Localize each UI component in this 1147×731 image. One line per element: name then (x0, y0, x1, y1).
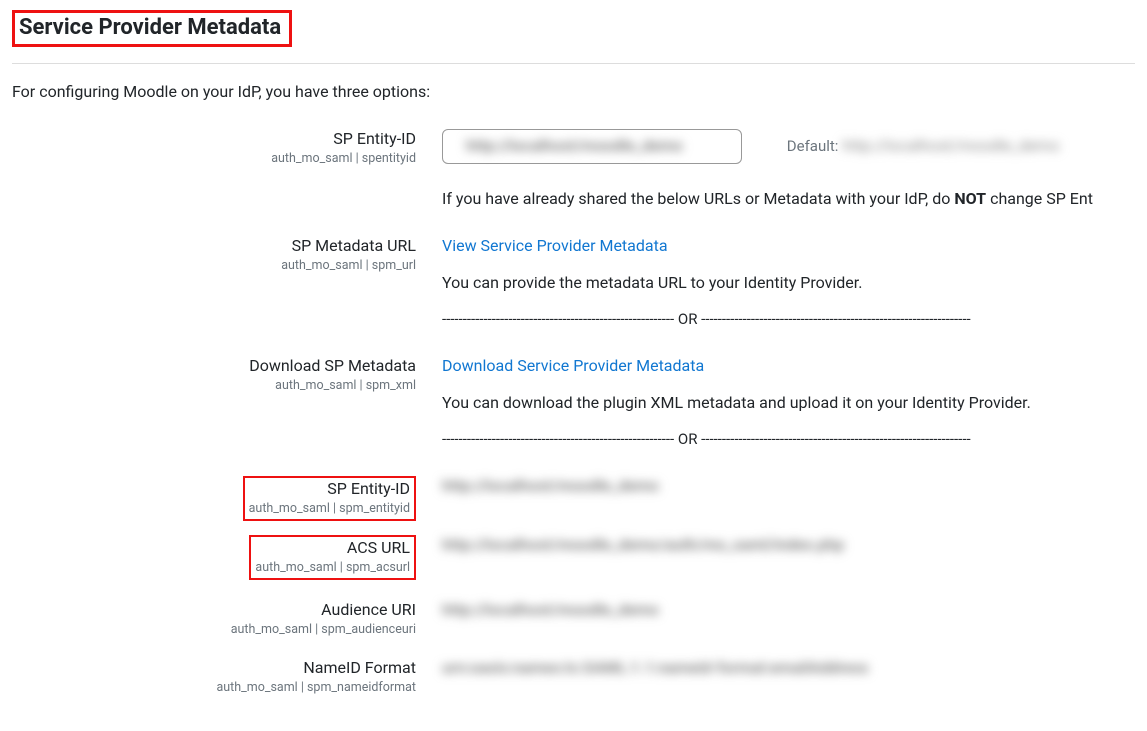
label-download-sp: Download SP Metadata (12, 356, 416, 377)
label-audience-uri: Audience URI (12, 600, 416, 621)
section-title: Service Provider Metadata (12, 10, 292, 47)
row-nameid-format: NameID Format auth_mo_saml | spm_nameidf… (12, 656, 1135, 696)
blurred-audience-uri: http://localhost/moodle_demo (442, 600, 659, 619)
label-nameid-format: NameID Format (12, 658, 416, 679)
label-spm-entity-id: SP Entity-ID (249, 479, 410, 500)
blurred-default-value: http://localhost/moodle_demo (842, 136, 1059, 155)
sub-nameid-format: auth_mo_saml | spm_nameidformat (12, 680, 416, 696)
blurred-spm-entity-id: http://localhost/moodle_demo (442, 476, 659, 495)
row-sp-entity-id: SP Entity-ID auth_mo_saml | spentityid h… (12, 127, 1135, 167)
row-spm-entity-id: SP Entity-ID auth_mo_saml | spm_entityid… (12, 474, 1135, 521)
warning-text: If you have already shared the below URL… (442, 187, 1135, 208)
redbox-spm-entity-id: SP Entity-ID auth_mo_saml | spm_entityid (243, 476, 416, 521)
row-audience-uri: Audience URI auth_mo_saml | spm_audience… (12, 598, 1135, 638)
desc-sp-metadata-url: You can provide the metadata URL to your… (442, 273, 1135, 292)
intro-text: For configuring Moodle on your IdP, you … (12, 82, 1135, 101)
label-sp-metadata-url: SP Metadata URL (12, 236, 416, 257)
row-sp-metadata-url: SP Metadata URL auth_mo_saml | spm_url V… (12, 234, 1135, 348)
view-metadata-link[interactable]: View Service Provider Metadata (442, 236, 668, 255)
label-acs-url: ACS URL (255, 538, 410, 559)
default-label: Default: (787, 137, 839, 155)
sub-sp-entity-id: auth_mo_saml | spentityid (12, 151, 416, 167)
blurred-acs-url: http://localhost/moodle_demo/auth/mo_sam… (442, 535, 844, 554)
desc-download-sp: You can download the plugin XML metadata… (442, 393, 1135, 412)
row-download-sp: Download SP Metadata auth_mo_saml | spm_… (12, 354, 1135, 468)
warn-suffix: change SP Ent (986, 189, 1093, 208)
label-sp-entity-id: SP Entity-ID (12, 129, 416, 150)
blurred-input-value: http://localhost/moodle_demo (466, 136, 683, 155)
divider (12, 63, 1135, 64)
download-metadata-link[interactable]: Download Service Provider Metadata (442, 356, 704, 375)
redbox-acs-url: ACS URL auth_mo_saml | spm_acsurl (249, 535, 416, 580)
blurred-nameid-format: urn:oasis:names:tc:SAML:1.1:nameid-forma… (442, 658, 869, 677)
or-separator-2: ----------------------------------------… (442, 430, 1135, 448)
warn-prefix: If you have already shared the below URL… (442, 189, 954, 208)
row-acs-url: ACS URL auth_mo_saml | spm_acsurl http:/… (12, 533, 1135, 580)
or-separator-1: ----------------------------------------… (442, 310, 1135, 328)
row-warning: If you have already shared the below URL… (12, 187, 1135, 208)
sub-audience-uri: auth_mo_saml | spm_audienceuri (12, 622, 416, 638)
warn-bold: NOT (954, 189, 986, 208)
sub-download-sp: auth_mo_saml | spm_xml (12, 378, 416, 394)
sub-acs-url: auth_mo_saml | spm_acsurl (255, 560, 410, 576)
sub-sp-metadata-url: auth_mo_saml | spm_url (12, 258, 416, 274)
sub-spm-entity-id: auth_mo_saml | spm_entityid (249, 501, 410, 517)
